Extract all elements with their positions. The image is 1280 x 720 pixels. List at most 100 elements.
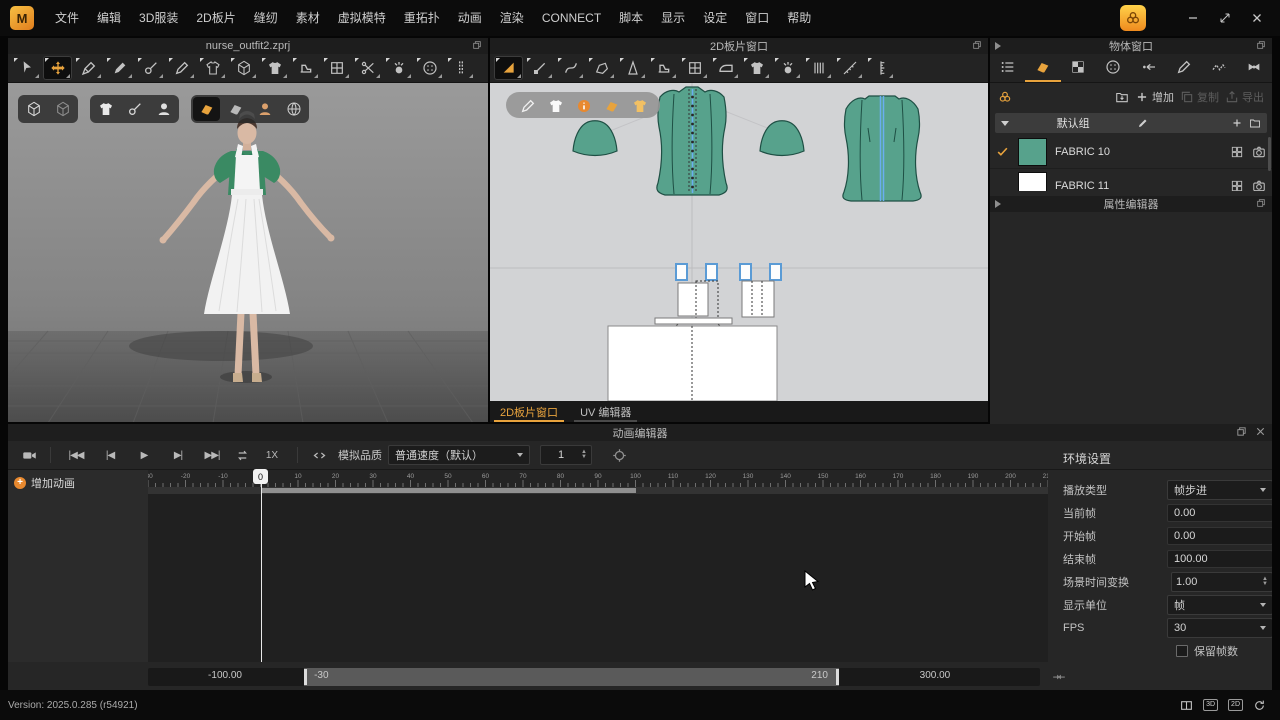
spray-tool-button[interactable] — [384, 56, 413, 80]
person-view-toggle[interactable] — [150, 97, 177, 121]
prev-frame-button[interactable]: |◀ — [93, 450, 127, 461]
polygon-tool-button[interactable] — [587, 56, 616, 80]
pin-tool-button[interactable] — [136, 56, 165, 80]
fabric-view-toggle[interactable] — [222, 97, 249, 121]
add-fabric-button[interactable]: 增加 — [1135, 89, 1174, 105]
globe-view-toggle[interactable] — [280, 97, 307, 121]
info-overlay-button[interactable] — [572, 95, 594, 115]
fabric-texture-icon[interactable] — [1230, 179, 1244, 192]
tab-uv-editor[interactable]: UV 编辑器 — [574, 401, 637, 422]
menu-item-脚本[interactable]: 脚本 — [610, 0, 652, 36]
select-tool-button[interactable] — [12, 56, 41, 80]
timeline-ruler[interactable]: -30-20-100102030405060708090100110120130… — [148, 470, 1048, 487]
menu-item-虚拟模特[interactable]: 虚拟模特 — [329, 0, 395, 36]
object-tab-pen[interactable] — [1166, 54, 1201, 82]
keep-frames-checkbox[interactable] — [1176, 645, 1188, 657]
fabric-group-row[interactable]: 默认组 — [995, 113, 1267, 133]
record-animation-button[interactable] — [16, 448, 42, 462]
scrollbar-thumb[interactable] — [1268, 137, 1271, 171]
timeline-track-area[interactable] — [148, 494, 1048, 662]
play-button[interactable]: ▶ — [127, 450, 161, 461]
badge-2d-icon[interactable]: 2D — [1228, 699, 1243, 711]
float-window-icon[interactable] — [972, 40, 984, 52]
pen-overlay-button[interactable] — [516, 95, 538, 115]
next-frame-button[interactable]: ▶| — [161, 450, 195, 461]
curve-tool-button[interactable] — [556, 56, 585, 80]
panel-arrow-icon[interactable] — [995, 42, 1001, 50]
expand-timeline-button[interactable] — [306, 448, 332, 462]
fabric-render-icon[interactable] — [1252, 145, 1266, 159]
transform-tool-button[interactable] — [494, 56, 523, 80]
播放类型-dropdown[interactable]: 帧步进 — [1167, 480, 1272, 500]
场景时间变换-spinner[interactable]: 1.00▲▼ — [1171, 572, 1272, 592]
ruler-v-tool-button[interactable] — [866, 56, 895, 80]
panel-arrow-icon[interactable] — [995, 200, 1001, 208]
float-window-icon[interactable] — [472, 40, 484, 52]
refresh-sync-icon[interactable] — [1253, 699, 1266, 712]
move-tool-button[interactable] — [43, 56, 72, 80]
step-spinner[interactable]: 1 ▲▼ — [540, 445, 592, 465]
box3d-tool-button[interactable] — [229, 56, 258, 80]
object-tab-button[interactable] — [1096, 54, 1131, 82]
object-tab-checker[interactable] — [1061, 54, 1096, 82]
export-fabric-button[interactable]: 导出 — [1225, 89, 1264, 105]
pleats-tool-button[interactable] — [804, 56, 833, 80]
object-tab-stitch[interactable] — [1202, 54, 1237, 82]
menu-item-文件[interactable]: 文件 — [46, 0, 88, 36]
shirt-overlay-button[interactable] — [544, 95, 566, 115]
fabric-overlay-button[interactable] — [600, 95, 622, 115]
iron-tool-button[interactable] — [711, 56, 740, 80]
fabric-row[interactable]: FABRIC 11 — [990, 169, 1272, 191]
close-button[interactable] — [1246, 7, 1268, 29]
pattern-canvas[interactable] — [490, 83, 988, 401]
box3d-view-toggle[interactable] — [20, 97, 47, 121]
fabric-view-toggle[interactable] — [193, 97, 220, 121]
scissors-tool-button[interactable] — [353, 56, 382, 80]
shirt-overlay-button[interactable] — [628, 95, 650, 115]
track-settings-button[interactable] — [606, 448, 632, 462]
menu-item-渲染[interactable]: 渲染 — [491, 0, 533, 36]
button-tool-button[interactable] — [415, 56, 444, 80]
close-panel-icon[interactable] — [1255, 426, 1266, 437]
box3d-view-toggle[interactable] — [49, 97, 76, 121]
结束帧-input[interactable]: 100.00 — [1167, 550, 1272, 568]
menu-item-缝纫[interactable]: 缝纫 — [245, 0, 287, 36]
copy-fabric-button[interactable]: 复制 — [1180, 89, 1219, 105]
FPS-dropdown[interactable]: 30 — [1167, 618, 1272, 638]
collapse-range-icon[interactable] — [1052, 670, 1068, 684]
playback-speed-button[interactable]: 1X — [255, 450, 289, 461]
fabric-swatch[interactable] — [1018, 138, 1047, 166]
brush-tool-button[interactable] — [74, 56, 103, 80]
rename-group-icon[interactable] — [1137, 117, 1149, 129]
menu-item-编辑[interactable]: 编辑 — [88, 0, 130, 36]
menu-item-3D服装[interactable]: 3D服装 — [130, 0, 187, 36]
pin-view-toggle[interactable] — [121, 97, 148, 121]
float-window-icon[interactable] — [1256, 40, 1268, 52]
显示单位-dropdown[interactable]: 帧 — [1167, 595, 1272, 615]
grid-tool-button[interactable] — [322, 56, 351, 80]
skip-start-button[interactable]: |◀◀ — [59, 450, 93, 461]
restore-button[interactable] — [1214, 7, 1236, 29]
menu-item-2D板片[interactable]: 2D板片 — [187, 0, 244, 36]
range-handle-right[interactable] — [836, 669, 839, 685]
shirt-view-toggle[interactable] — [92, 97, 119, 121]
当前帧-input[interactable]: 0.00 — [1167, 504, 1272, 522]
add-animation-button[interactable]: + 增加动画 — [14, 475, 142, 491]
fabric-texture-icon[interactable] — [1230, 145, 1244, 159]
collapse-caret-icon[interactable] — [1001, 121, 1009, 126]
float-window-icon[interactable] — [1256, 198, 1268, 210]
tab-2d-pattern-window[interactable]: 2D板片窗口 — [494, 401, 564, 422]
paint-tool-button[interactable] — [105, 56, 134, 80]
loop-playback-button[interactable] — [229, 448, 255, 462]
grid-tool-button[interactable] — [680, 56, 709, 80]
menu-item-动画[interactable]: 动画 — [449, 0, 491, 36]
float-window-icon[interactable] — [1236, 426, 1247, 437]
playhead-marker[interactable]: 0 — [253, 469, 268, 484]
timeline-range-bar[interactable]: -100.00 -30 210 300.00 — [148, 668, 1040, 686]
person-view-toggle[interactable] — [251, 97, 278, 121]
dart-tool-button[interactable] — [618, 56, 647, 80]
fabric-row[interactable]: FABRIC 10 — [990, 135, 1272, 169]
sewing-machine-tool-button[interactable] — [649, 56, 678, 80]
fabric-render-icon[interactable] — [1252, 179, 1266, 192]
viewport-3d[interactable] — [8, 83, 488, 422]
